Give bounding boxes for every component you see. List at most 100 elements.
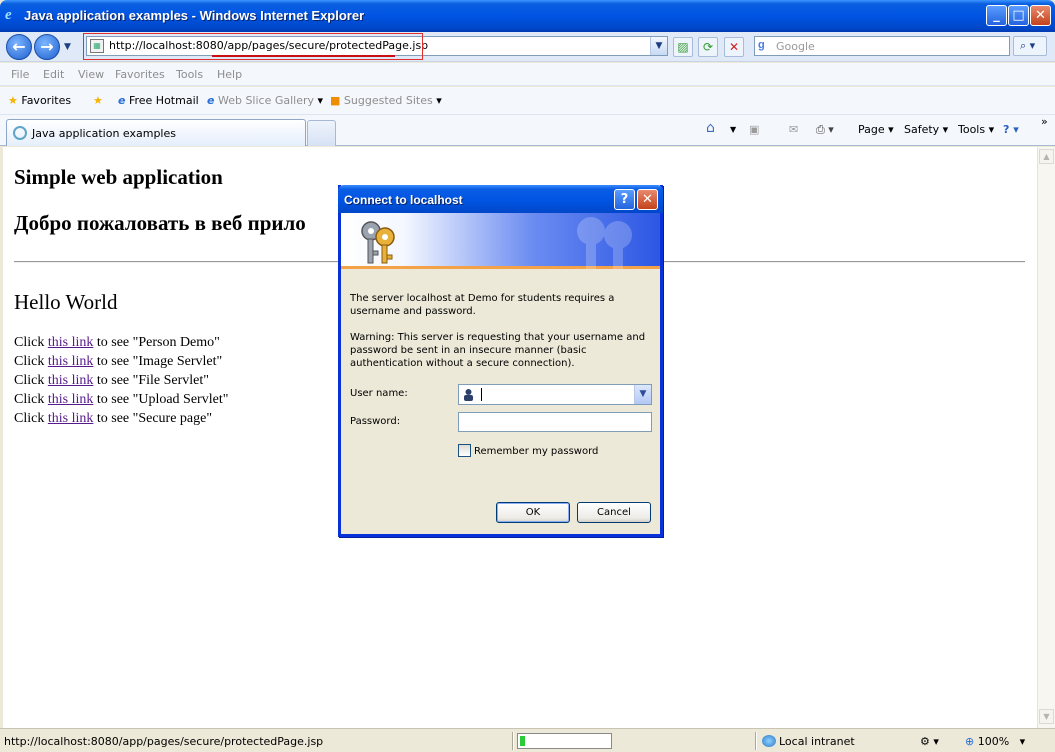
window-title: Java application examples - Windows Inte… — [24, 8, 365, 23]
ie-page-icon: e — [118, 94, 126, 107]
maximize-button[interactable]: □ — [1008, 5, 1029, 26]
list-item: Click this link to see "Secure page" — [14, 411, 212, 427]
zoom-label: 100% — [977, 735, 1010, 748]
menu-bar: File Edit View Favorites Tools Help — [0, 63, 1055, 86]
checkbox-icon[interactable] — [458, 444, 471, 457]
list-item: Click this link to see "Person Demo" — [14, 335, 220, 351]
list-item-prefix: Click — [14, 411, 48, 426]
search-box[interactable]: g Google — [754, 36, 1010, 56]
menu-view[interactable]: View — [78, 68, 104, 81]
tab-title: Java application examples — [32, 127, 176, 140]
menu-tools[interactable]: Tools — [176, 68, 203, 81]
search-button[interactable]: ⌕ ▾ — [1013, 36, 1047, 56]
new-tab-button[interactable] — [307, 120, 336, 146]
person-demo-link[interactable]: this link — [48, 335, 94, 350]
list-item-suffix: to see "Upload Servlet" — [93, 392, 229, 407]
menu-help[interactable]: Help — [217, 68, 242, 81]
ie-window: e Java application examples - Windows In… — [0, 0, 1055, 752]
mail-icon[interactable]: ✉ — [789, 123, 798, 136]
loading-icon — [13, 126, 27, 140]
address-dropdown-icon[interactable]: ▼ — [650, 37, 667, 55]
dialog-banner — [341, 213, 660, 269]
status-separator — [755, 732, 757, 750]
safety-menu[interactable]: Safety ▾ — [904, 123, 948, 136]
menu-edit[interactable]: Edit — [43, 68, 64, 81]
page-heading: Simple web application — [14, 165, 223, 189]
help-icon[interactable]: ? ▾ — [1003, 123, 1019, 136]
search-icon: ⌕ — [1020, 39, 1027, 52]
list-item-prefix: Click — [14, 392, 48, 407]
list-item-prefix: Click — [14, 354, 48, 369]
username-field[interactable]: ▼ — [458, 384, 652, 405]
dialog-help-button[interactable]: ? — [614, 189, 635, 210]
home-icon[interactable]: ⌂ — [706, 120, 715, 136]
scroll-down-button[interactable]: ▼ — [1039, 709, 1054, 724]
chevron-right-icon[interactable]: » — [1041, 115, 1048, 128]
tools-menu-label: Tools — [958, 123, 986, 136]
list-item-prefix: Click — [14, 373, 48, 388]
upload-servlet-link[interactable]: this link — [48, 392, 94, 407]
favorites-button[interactable]: ★ Favorites — [8, 94, 71, 107]
status-separator — [512, 732, 514, 750]
forward-button[interactable]: → — [34, 34, 60, 60]
fav-suggested-sites[interactable]: ■ Suggested Sites ▾ — [330, 94, 442, 107]
security-zone[interactable]: Local intranet — [762, 735, 855, 748]
ie-logo-icon: e — [5, 7, 12, 23]
username-dropdown-icon[interactable]: ▼ — [634, 385, 651, 404]
text-cursor — [481, 388, 482, 401]
keys-icon — [361, 221, 395, 264]
home-dropdown-icon[interactable]: ▼ — [730, 125, 736, 134]
list-item: Click this link to see "File Servlet" — [14, 373, 209, 389]
menu-file[interactable]: File — [11, 68, 29, 81]
protected-mode-icon[interactable]: ⚙ ▾ — [920, 735, 939, 748]
vertical-scrollbar[interactable]: ▲ ▼ — [1037, 147, 1055, 728]
remember-password-checkbox[interactable]: Remember my password — [458, 444, 598, 457]
dialog-close-button[interactable]: ✕ — [637, 189, 658, 210]
zone-label: Local intranet — [779, 735, 855, 748]
image-servlet-link[interactable]: this link — [48, 354, 94, 369]
safety-menu-label: Safety — [904, 123, 940, 136]
menu-favorites[interactable]: Favorites — [115, 68, 165, 81]
compatibility-view-button[interactable]: ▨ — [673, 37, 693, 57]
refresh-button[interactable]: ⟳ — [698, 37, 718, 57]
welcome-heading: Добро пожаловать в веб прило — [14, 211, 306, 235]
tab-active[interactable]: Java application examples — [6, 119, 306, 146]
login-dialog: Connect to localhost ? ✕ The server loca… — [338, 185, 663, 537]
dialog-warning: Warning: This server is requesting that … — [350, 332, 646, 369]
google-icon: g — [758, 39, 765, 51]
status-text: http://localhost:8080/app/pages/secure/p… — [4, 735, 324, 748]
suggested-sites-icon: ■ — [330, 94, 341, 107]
status-bar: http://localhost:8080/app/pages/secure/p… — [0, 728, 1055, 752]
feeds-icon[interactable]: ▣ — [749, 123, 759, 136]
list-item-suffix: to see "Person Demo" — [93, 335, 220, 350]
list-item-suffix: to see "File Servlet" — [93, 373, 209, 388]
file-servlet-link[interactable]: this link — [48, 373, 94, 388]
dialog-title: Connect to localhost — [344, 193, 463, 207]
back-button[interactable]: ← — [6, 34, 32, 60]
ok-button[interactable]: OK — [496, 502, 570, 523]
zoom-level[interactable]: ⊕ 100% ▾ — [965, 735, 1025, 748]
secure-page-link[interactable]: this link — [48, 411, 94, 426]
user-icon — [464, 389, 473, 401]
fav-free-hotmail[interactable]: e Free Hotmail — [118, 94, 199, 107]
recent-pages-dropdown-icon[interactable]: ▼ — [64, 42, 71, 52]
remember-password-label: Remember my password — [474, 446, 599, 457]
progress-bar — [517, 733, 612, 749]
page-menu[interactable]: Page ▾ — [858, 123, 894, 136]
tools-menu[interactable]: Tools ▾ — [958, 123, 994, 136]
dialog-body: The server localhost at Demo for student… — [350, 292, 650, 383]
list-item-suffix: to see "Secure page" — [93, 411, 213, 426]
keys-watermark-icon — [577, 217, 632, 269]
stop-button[interactable]: ✕ — [724, 37, 744, 57]
minimize-button[interactable]: _ — [986, 5, 1007, 26]
close-button[interactable]: ✕ — [1030, 5, 1051, 26]
cancel-button[interactable]: Cancel — [577, 502, 651, 523]
username-label: User name: — [350, 388, 408, 399]
scroll-up-button[interactable]: ▲ — [1039, 149, 1054, 164]
page-menu-label: Page — [858, 123, 885, 136]
password-field[interactable] — [458, 412, 652, 432]
print-icon[interactable]: ⎙ ▾ — [816, 123, 834, 137]
fav-web-slice-gallery[interactable]: e Web Slice Gallery ▾ — [207, 94, 323, 107]
list-item: Click this link to see "Image Servlet" — [14, 354, 222, 370]
add-favorite-icon[interactable]: ★ — [93, 94, 103, 107]
